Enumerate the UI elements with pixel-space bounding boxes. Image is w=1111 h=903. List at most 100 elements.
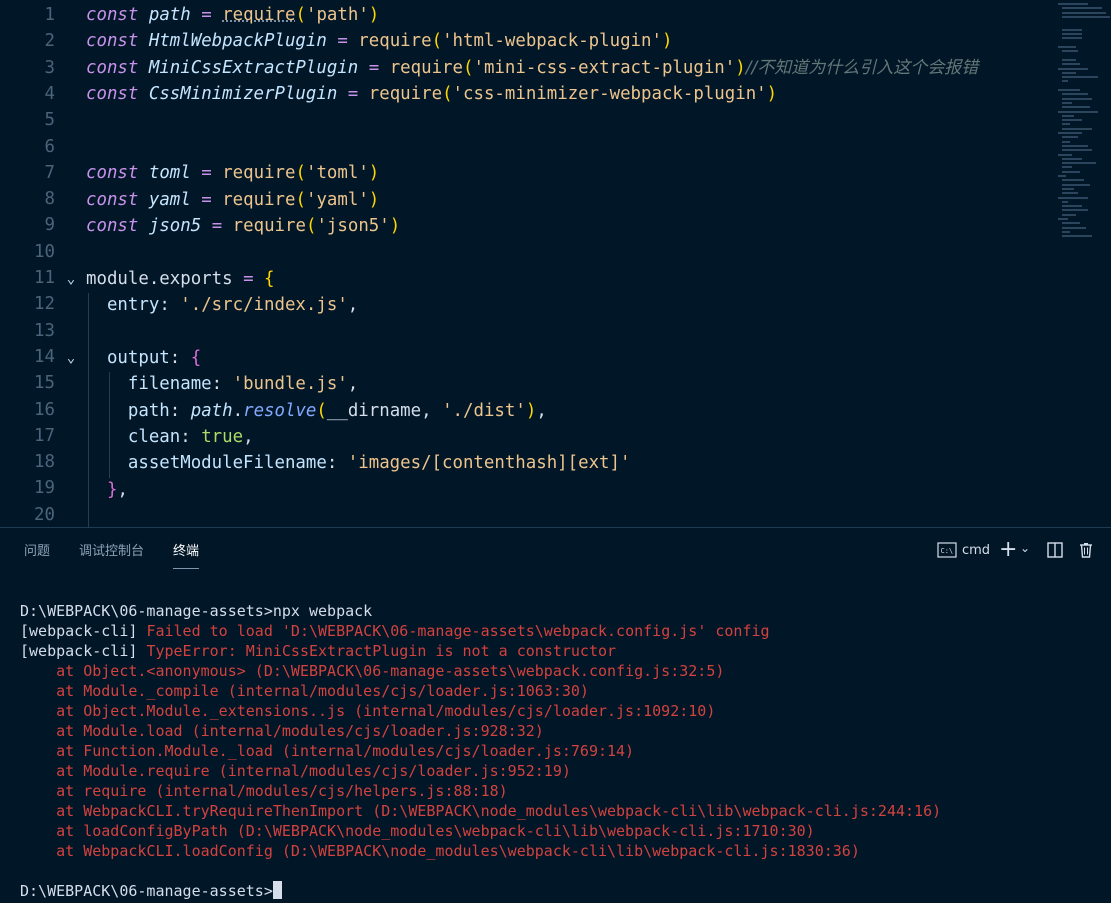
tab-debug-console[interactable]: 调试控制台 xyxy=(79,542,144,568)
terminal-line: at require (internal/modules/cjs/helpers… xyxy=(20,781,508,801)
terminal-line: D:\WEBPACK\06-manage-assets>npx webpack xyxy=(20,601,372,621)
minimap-line xyxy=(1062,33,1082,36)
minimap-line xyxy=(1058,46,1076,48)
boolean: true xyxy=(201,427,244,447)
string: './src/index.js' xyxy=(180,295,348,315)
code-line-4[interactable]: const CssMinimizerPlugin = require('css-… xyxy=(0,81,1055,107)
variable: toml xyxy=(148,163,191,183)
code-line-14[interactable]: ⌄ output: { xyxy=(0,345,1055,371)
code-line-7[interactable]: const toml = require('toml') xyxy=(0,160,1055,186)
terminal-line: at Module._compile (internal/modules/cjs… xyxy=(20,681,589,701)
string: 'yaml' xyxy=(305,190,369,210)
variable: yaml xyxy=(148,190,191,210)
function-call: require xyxy=(222,5,296,25)
code-line-9[interactable]: const json5 = require('json5') xyxy=(0,213,1055,239)
terminal-text: at Module._compile (internal/modules/cjs… xyxy=(20,682,589,700)
code-line-1[interactable]: const path = require('path') xyxy=(0,2,1055,28)
minimap-line xyxy=(1062,58,1076,61)
bottom-panel: 问题 调试控制台 终端 C:\ cmd + ⌄ D:\WEBPACK\06-ma… xyxy=(0,527,1111,903)
terminal-line: [webpack-cli] TypeError: MiniCssExtractP… xyxy=(20,641,616,661)
string: 'html-webpack-plugin' xyxy=(442,31,662,51)
code-line-17[interactable]: clean: true, xyxy=(0,424,1055,450)
terminal-line: at Object.Module._extensions..js (intern… xyxy=(20,701,715,721)
property: entry xyxy=(106,295,160,315)
code-line-18[interactable]: assetModuleFilename: 'images/[contenthas… xyxy=(0,450,1055,476)
code-line-11[interactable]: ⌄ module.exports = { xyxy=(0,266,1055,292)
identifier: __dirname xyxy=(326,401,422,421)
minimap-line xyxy=(1058,196,1088,199)
code-editor[interactable]: 1 2 3 4 5 6 7 8 9 10 11 12 13 14 15 16 17 18 19 20 const pa… xyxy=(0,0,1111,527)
minimap-line xyxy=(1062,187,1074,190)
minimap-line xyxy=(1058,153,1072,156)
minimap-line xyxy=(1062,76,1098,79)
minimap-line xyxy=(1062,106,1090,109)
minimap-line xyxy=(1062,7,1102,10)
string: 'images/[contenthash][ext]' xyxy=(347,453,631,473)
variable: path xyxy=(148,5,191,25)
terminal-text: at Function.Module._load (internal/modul… xyxy=(20,742,635,760)
property: filename xyxy=(127,374,212,394)
minimap-line xyxy=(1062,222,1080,225)
minimap-line xyxy=(1062,93,1088,96)
code-line-3[interactable]: const MiniCssExtractPlugin = require('mi… xyxy=(0,55,1055,81)
keyword: const xyxy=(86,31,139,51)
variable: json5 xyxy=(148,216,202,236)
code-line-2[interactable]: const HtmlWebpackPlugin = require('html-… xyxy=(0,28,1055,54)
terminal-prompt[interactable]: D:\WEBPACK\06-manage-assets> xyxy=(20,881,282,901)
minimap-line xyxy=(1062,213,1076,216)
keyword: const xyxy=(86,5,139,25)
minimap-line xyxy=(1062,162,1096,165)
chevron-down-icon[interactable]: ⌄ xyxy=(64,266,78,292)
trash-icon[interactable] xyxy=(1078,542,1094,562)
minimap-line xyxy=(1058,89,1080,91)
minimap-line xyxy=(1062,127,1092,130)
terminal-icon[interactable]: C:\ xyxy=(937,542,957,562)
property: output xyxy=(106,348,170,368)
function-call: require xyxy=(358,31,432,51)
code-line-15[interactable]: filename: 'bundle.js', xyxy=(0,371,1055,397)
code-line-8[interactable]: const yaml = require('yaml') xyxy=(0,187,1055,213)
shell-label[interactable]: cmd xyxy=(962,543,990,558)
terminal-line: at Module.load (internal/modules/cjs/loa… xyxy=(20,721,544,741)
identifier: module.exports xyxy=(86,269,233,289)
minimap-line xyxy=(1062,205,1082,208)
minimap-line xyxy=(1062,200,1068,203)
tab-terminal[interactable]: 终端 xyxy=(173,542,200,569)
minimap-line xyxy=(1062,192,1078,195)
svg-text:C:\: C:\ xyxy=(941,547,954,555)
property: assetModuleFilename xyxy=(127,453,327,473)
plus-icon[interactable]: + xyxy=(999,537,1017,562)
method: resolve xyxy=(243,401,317,421)
line-number: 5 xyxy=(0,107,1055,133)
prompt-text: D:\WEBPACK\06-manage-assets> xyxy=(20,882,273,900)
chevron-down-icon[interactable]: ⌄ xyxy=(64,345,78,371)
property: path xyxy=(127,401,170,421)
terminal-text: at Module.load (internal/modules/cjs/loa… xyxy=(20,722,544,740)
minimap-line xyxy=(1058,3,1088,5)
code-line-19[interactable]: }, xyxy=(0,477,1055,503)
minimap-line xyxy=(1058,175,1066,177)
minimap-line xyxy=(1062,230,1070,233)
tab-problems[interactable]: 问题 xyxy=(24,542,50,568)
comment: //不知道为什么引入这个会报错 xyxy=(745,58,979,78)
minimap-line xyxy=(1062,114,1074,117)
minimap-line xyxy=(1062,140,1070,143)
minimap-line xyxy=(1062,28,1082,31)
string: './dist' xyxy=(442,401,526,421)
variable: path xyxy=(190,401,233,421)
terminal-line: at loadConfigByPath (D:\WEBPACK\node_mod… xyxy=(20,821,815,841)
keyword: const xyxy=(86,216,139,236)
minimap-line xyxy=(1062,15,1110,18)
minimap-line xyxy=(1062,136,1078,139)
minimap-line xyxy=(1062,71,1076,74)
chevron-down-icon[interactable]: ⌄ xyxy=(1020,541,1030,555)
code-line-12[interactable]: entry: './src/index.js', xyxy=(0,292,1055,318)
string: 'toml' xyxy=(305,163,369,183)
split-icon[interactable] xyxy=(1047,542,1063,562)
minimap[interactable] xyxy=(1055,0,1111,250)
string: 'path' xyxy=(305,5,369,25)
terminal-text: at Object.<anonymous> (D:\WEBPACK\06-man… xyxy=(20,662,725,680)
code-line-16[interactable]: path: path.resolve(__dirname, './dist'), xyxy=(0,398,1055,424)
keyword: const xyxy=(86,190,139,210)
minimap-line xyxy=(1062,170,1080,173)
